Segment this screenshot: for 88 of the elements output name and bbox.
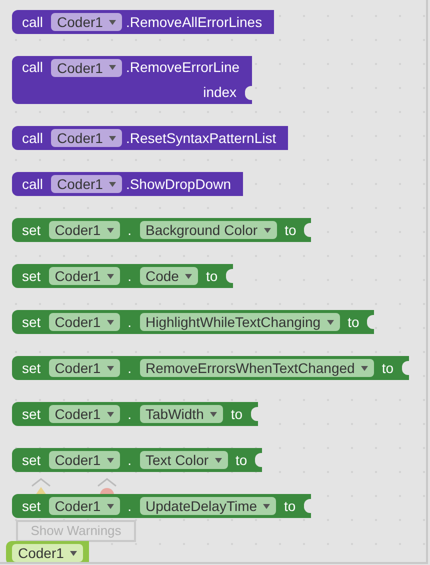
dropdown-caret-icon xyxy=(214,458,222,462)
block-keyword: set xyxy=(22,450,41,470)
dropdown-caret-icon xyxy=(108,182,116,186)
property-dropdown[interactable]: HighlightWhileTextChanging xyxy=(140,313,340,331)
component-dropdown[interactable]: Coder1 xyxy=(48,451,120,469)
dropdown-caret-icon xyxy=(326,320,334,324)
dot-separator: . xyxy=(128,404,132,424)
block-keyword: to xyxy=(348,312,360,332)
dot-separator: . xyxy=(128,358,132,378)
dropdown-caret-icon xyxy=(106,274,114,278)
dropdown-caret-icon xyxy=(210,412,217,416)
block-keyword: call xyxy=(22,128,44,148)
dot-separator: . xyxy=(128,450,132,470)
component-dropdown[interactable]: Coder1 xyxy=(48,405,120,423)
block-keyword: set xyxy=(22,404,41,424)
component-dropdown[interactable]: Coder1 xyxy=(48,267,120,285)
setter-block[interactable]: set Coder1 . TabWidth to xyxy=(12,402,258,426)
block-keyword: to xyxy=(206,266,218,286)
block-keyword: to xyxy=(236,450,248,470)
property-dropdown[interactable]: TabWidth xyxy=(140,405,223,423)
block-keyword: to xyxy=(382,358,394,378)
block-keyword: call xyxy=(22,58,44,77)
property-dropdown[interactable]: RemoveErrorsWhenTextChanged xyxy=(140,359,374,377)
dropdown-caret-icon xyxy=(106,320,114,324)
dropdown-caret-icon xyxy=(108,136,116,140)
dropdown-caret-icon xyxy=(184,274,192,278)
component-dropdown[interactable]: Coder1 xyxy=(51,175,122,193)
dropdown-caret-icon xyxy=(106,412,114,416)
block-keyword: to xyxy=(230,404,243,424)
property-dropdown[interactable]: Text Color xyxy=(140,451,228,469)
dropdown-caret-icon xyxy=(360,366,368,370)
method-name: .ResetSyntaxPatternList xyxy=(126,128,276,148)
dropdown-caret-icon xyxy=(106,228,114,232)
block-keyword: set xyxy=(22,312,41,332)
property-dropdown[interactable]: Background Color xyxy=(140,221,277,239)
input-socket xyxy=(250,407,258,421)
block-keyword: set xyxy=(22,358,41,378)
block-keyword: call xyxy=(22,174,44,194)
setter-block[interactable]: set Coder1 . Background Color to xyxy=(12,218,312,242)
dropdown-caret-icon xyxy=(264,228,271,232)
method-call-block[interactable]: call Coder1 .ResetSyntaxPatternList xyxy=(12,126,288,150)
block-keyword: call xyxy=(22,12,44,32)
dropdown-caret-icon xyxy=(106,366,114,370)
block-keyword: set xyxy=(22,266,41,286)
component-dropdown[interactable]: Coder1 xyxy=(48,221,120,239)
dot-separator: . xyxy=(128,496,132,516)
input-socket xyxy=(244,86,252,100)
method-name: .ShowDropDown xyxy=(126,174,231,194)
input-socket xyxy=(304,223,312,237)
dropdown-caret-icon xyxy=(108,65,116,70)
method-name: .RemoveErrorLine xyxy=(126,58,240,77)
component-dropdown[interactable]: Coder1 xyxy=(48,313,120,331)
input-socket xyxy=(402,361,409,375)
dropdown-caret-icon xyxy=(108,20,116,24)
component-dropdown[interactable]: Coder1 xyxy=(48,359,120,377)
component-dropdown[interactable]: Coder1 xyxy=(48,497,120,515)
dot-separator: . xyxy=(128,312,132,332)
setter-block[interactable]: set Coder1 . RemoveErrorsWhenTextChanged to xyxy=(12,356,409,380)
dropdown-caret-icon xyxy=(263,504,270,508)
block-keyword: set xyxy=(22,220,41,240)
block-keyword: to xyxy=(284,496,296,516)
component-dropdown[interactable]: Coder1 xyxy=(12,544,83,562)
dropdown-caret-icon xyxy=(106,504,114,508)
setter-block[interactable]: set Coder1 . Code to xyxy=(12,264,233,288)
block-keyword: set xyxy=(22,496,41,516)
method-call-block[interactable]: call Coder1 .ShowDropDown xyxy=(12,172,243,196)
dropdown-caret-icon xyxy=(106,458,114,462)
dropdown-caret-icon xyxy=(70,550,77,556)
property-dropdown[interactable]: UpdateDelayTime xyxy=(140,497,276,515)
setter-block[interactable]: set Coder1 . UpdateDelayTime to xyxy=(12,494,311,518)
component-dropdown[interactable]: Coder1 xyxy=(51,129,122,147)
setter-block[interactable]: set Coder1 . HighlightWhileTextChanging to xyxy=(12,310,374,334)
property-dropdown[interactable]: Code xyxy=(140,267,198,285)
dot-separator: . xyxy=(128,266,132,286)
input-socket xyxy=(304,499,311,513)
input-socket xyxy=(226,269,233,283)
parameter-label: index xyxy=(203,83,237,102)
block-keyword: to xyxy=(284,220,296,240)
component-dropdown[interactable]: Coder1 xyxy=(51,58,122,76)
dot-separator: . xyxy=(128,220,132,240)
method-call-block[interactable]: call Coder1 .RemoveAllErrorLines xyxy=(12,10,274,34)
setter-block[interactable]: set Coder1 . Text Color to xyxy=(12,448,262,472)
method-call-block[interactable]: call Coder1 .RemoveErrorLine index xyxy=(12,56,252,104)
input-socket xyxy=(367,315,374,329)
input-socket xyxy=(255,453,262,467)
method-name: .RemoveAllErrorLines xyxy=(126,12,262,32)
component-getter-block[interactable]: Coder1 xyxy=(6,541,89,562)
component-dropdown[interactable]: Coder1 xyxy=(51,13,122,31)
